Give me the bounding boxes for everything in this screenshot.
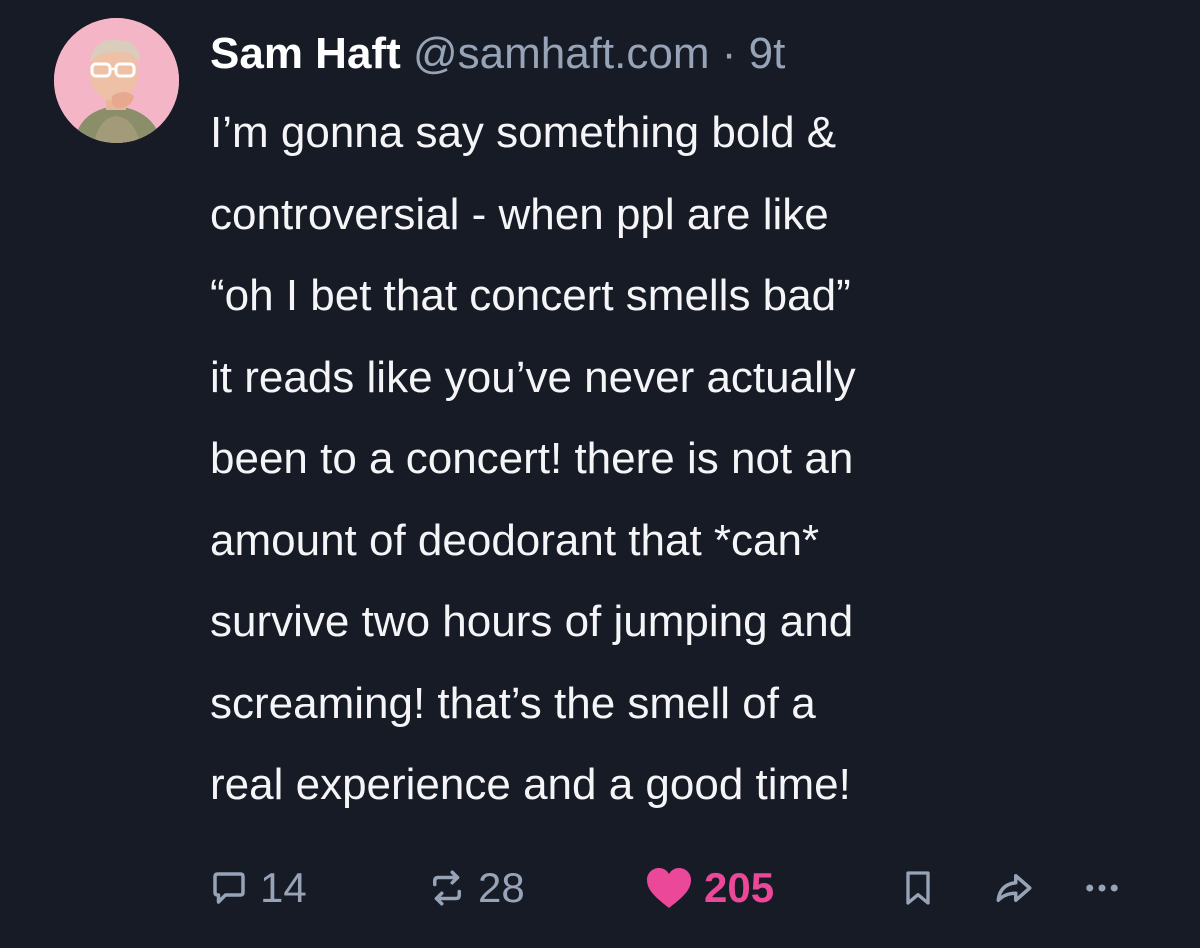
- avatar[interactable]: [54, 18, 179, 143]
- post: Sam Haft @samhaft.com · 9t I’m gonna say…: [0, 0, 1200, 948]
- share-button[interactable]: [992, 858, 1036, 918]
- post-time[interactable]: 9t: [749, 29, 786, 78]
- post-actions: 14 28 205: [208, 858, 1168, 918]
- like-button[interactable]: 205: [644, 858, 774, 918]
- reply-icon: [213, 872, 245, 904]
- reply-count: 14: [260, 864, 307, 911]
- post-text: I’m gonna say something bold & controver…: [210, 108, 856, 809]
- author-name[interactable]: Sam Haft: [210, 29, 401, 78]
- avatar-image: [54, 18, 179, 143]
- repost-icon: [433, 870, 461, 906]
- repost-button[interactable]: 28: [426, 858, 525, 918]
- like-count: 205: [704, 864, 775, 911]
- header-separator: ·: [721, 29, 737, 78]
- bookmark-button[interactable]: [898, 858, 938, 918]
- bookmark-icon: [906, 871, 930, 905]
- author-handle[interactable]: @samhaft.com: [413, 29, 710, 78]
- heart-icon: [647, 868, 691, 908]
- more-button[interactable]: [1080, 858, 1124, 918]
- reply-button[interactable]: 14: [208, 858, 307, 918]
- post-header: Sam Haft @samhaft.com · 9t: [210, 22, 785, 86]
- repost-count: 28: [478, 864, 525, 911]
- more-icon: [1086, 884, 1118, 892]
- share-icon: [996, 874, 1032, 902]
